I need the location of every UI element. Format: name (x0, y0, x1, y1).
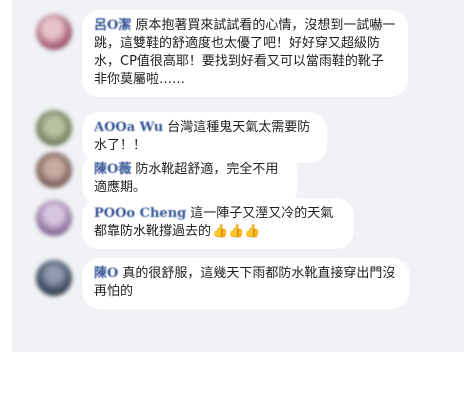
avatar[interactable] (36, 260, 72, 296)
avatar[interactable] (36, 200, 72, 236)
comment-text: 原本抱著買來試試看的心情，沒想到一試嚇一跳，這雙鞋的舒適度也太優了吧！好好穿又超… (94, 18, 396, 87)
comment-author[interactable]: AOOa Wu (94, 120, 163, 135)
comment-bubble: 陳O 真的很舒服，這幾天下雨都防水靴直接穿出門沒再怕的 (82, 258, 410, 309)
avatar[interactable] (36, 110, 72, 146)
comment-bubble: 呂O潔 原本抱著買來試試看的心情，沒想到一試嚇一跳，這雙鞋的舒適度也太優了吧！好好… (82, 10, 408, 97)
comment-text: 真的很舒服，這幾天下雨都防水靴直接穿出門沒再怕的 (94, 266, 396, 299)
comment-author[interactable]: POOo Cheng (94, 206, 186, 221)
comment-author[interactable]: 陳O薇 (94, 162, 131, 177)
comments-panel: 呂O潔 原本抱著買來試試看的心情，沒想到一試嚇一跳，這雙鞋的舒適度也太優了吧！好好… (12, 0, 464, 352)
comment-bubble: POOo Cheng 這一陣子又溼又冷的天氣都靠防水靴撐過去的👍👍👍 (82, 198, 354, 249)
thumbs-up-emoji: 👍👍👍 (212, 224, 261, 239)
avatar[interactable] (36, 152, 72, 188)
comment-author[interactable]: 陳O (94, 266, 118, 281)
comment-author[interactable]: 呂O潔 (94, 18, 131, 33)
avatar[interactable] (36, 14, 72, 50)
